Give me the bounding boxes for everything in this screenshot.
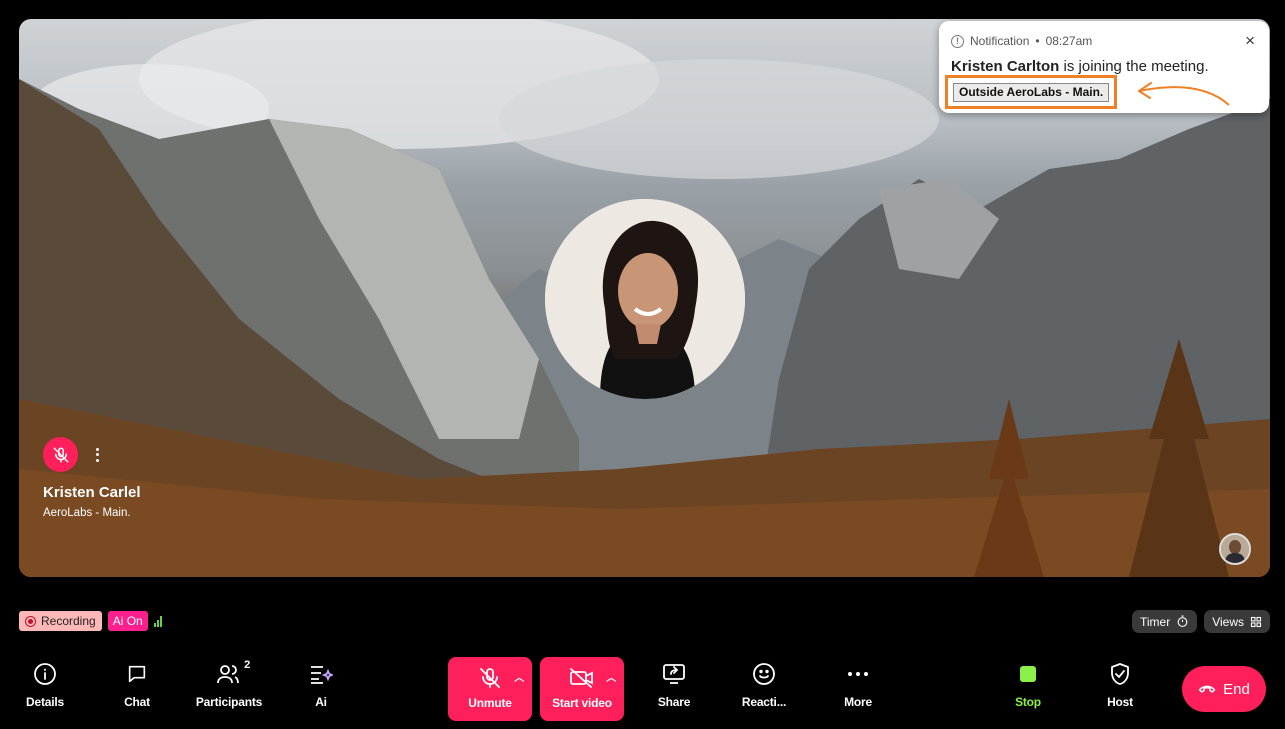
participant-name: Kristen Carlel	[43, 484, 141, 501]
notification-time: 08:27am	[1045, 34, 1093, 48]
arrow-annotation-icon	[1138, 82, 1230, 106]
ai-sparkle-icon	[311, 666, 333, 684]
info-circle-icon	[34, 663, 56, 685]
timer-label: Timer	[1139, 614, 1171, 629]
self-view-thumbnail[interactable]	[1219, 533, 1251, 565]
chat-label: Chat	[124, 695, 150, 709]
end-label: End	[1223, 680, 1250, 698]
participant-org: AeroLabs - Main.	[43, 507, 131, 519]
close-icon[interactable]: ×	[1245, 31, 1255, 51]
unmute-label: Unmute	[468, 696, 512, 710]
participants-button[interactable]: 2 Participants	[196, 659, 262, 719]
end-call-button[interactable]: End	[1182, 666, 1266, 712]
stop-label: Stop	[1015, 695, 1041, 709]
ai-button[interactable]: Ai	[298, 659, 344, 719]
start-video-button[interactable]: Start video ︿	[540, 657, 624, 721]
reactions-label: Reacti...	[741, 695, 787, 709]
share-screen-icon	[663, 664, 685, 684]
recording-badge[interactable]: Recording	[19, 611, 102, 631]
signal-strength-icon	[153, 615, 162, 627]
stopwatch-icon	[1177, 615, 1188, 627]
details-label: Details	[26, 695, 64, 709]
chevron-up-icon[interactable]: ︿	[514, 669, 524, 684]
views-label: Views	[1212, 614, 1244, 629]
info-icon: !	[951, 34, 964, 48]
chevron-up-icon[interactable]: ︿	[606, 669, 616, 684]
share-button[interactable]: Share	[652, 659, 696, 719]
stop-icon	[1020, 666, 1036, 682]
participants-label: Participants	[195, 695, 263, 709]
participants-count-badge: 2	[244, 659, 250, 671]
ai-on-badge[interactable]: Ai On	[107, 611, 148, 631]
record-icon	[25, 615, 36, 627]
recording-label: Recording	[41, 614, 96, 628]
grid-icon	[1250, 616, 1262, 627]
timer-button[interactable]: Timer	[1131, 610, 1198, 633]
more-label: More	[844, 695, 872, 709]
more-button[interactable]: More	[836, 659, 880, 719]
join-notification: ! Notification • 08:27am × Kristen Carlt…	[939, 21, 1269, 113]
share-label: Share	[657, 695, 691, 709]
shield-check-icon	[1111, 663, 1129, 685]
participant-more-icon[interactable]	[90, 445, 104, 465]
host-button[interactable]: Host	[1098, 659, 1142, 719]
details-button[interactable]: Details	[22, 659, 68, 719]
video-off-icon	[570, 668, 593, 688]
chat-bubble-icon	[128, 665, 146, 683]
unmute-button[interactable]: Unmute ︿	[448, 657, 532, 721]
highlight-box: Outside AeroLabs - Main.	[945, 75, 1117, 109]
notification-text: is joining the meeting.	[1063, 58, 1209, 75]
more-dots-icon	[848, 672, 868, 676]
mic-off-icon	[480, 668, 500, 688]
reactions-button[interactable]: Reacti...	[740, 659, 788, 719]
ai-label: Ai	[315, 695, 327, 709]
start-video-label: Start video	[552, 696, 612, 710]
people-icon	[217, 665, 239, 684]
participant-avatar	[545, 199, 745, 399]
host-label: Host	[1107, 695, 1133, 709]
chat-button[interactable]: Chat	[114, 659, 160, 719]
notification-separator: •	[1035, 34, 1040, 48]
joining-participant-name: Kristen Carlton	[951, 58, 1060, 75]
stop-recording-button[interactable]: Stop	[1006, 659, 1050, 719]
participant-mic-off-icon	[43, 437, 78, 472]
smiley-icon	[753, 663, 775, 685]
views-button[interactable]: Views	[1204, 610, 1270, 633]
notification-message: Kristen Carlton is joining the meeting.	[951, 58, 1209, 75]
external-org-tag: Outside AeroLabs - Main.	[953, 83, 1110, 102]
hang-up-icon	[1198, 685, 1216, 693]
notification-label: Notification	[970, 34, 1030, 48]
